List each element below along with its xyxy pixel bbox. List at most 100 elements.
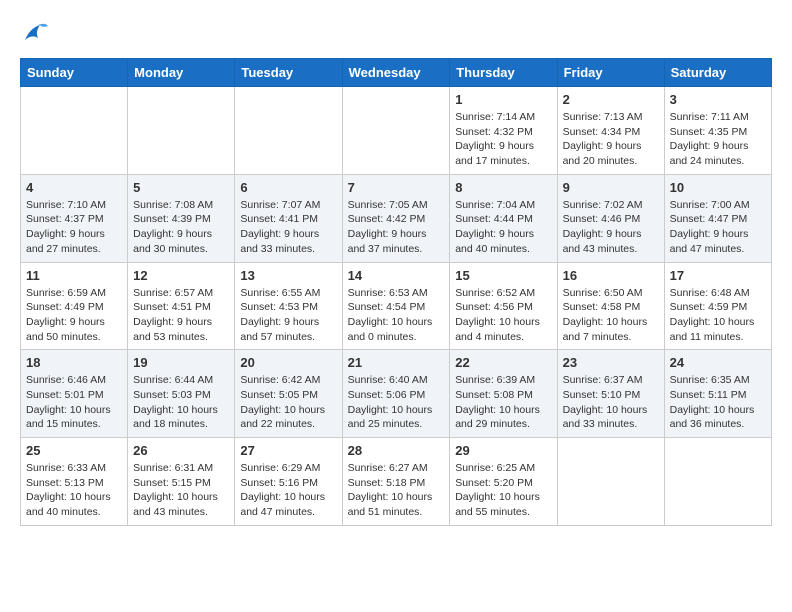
day-number: 24 [670,355,766,370]
calendar-cell: 26 Sunrise: 6:31 AM Sunset: 5:15 PM Dayli… [128,438,235,526]
calendar-cell: 29Sunrise: 6:25 AM Sunset: 5:20 PM Dayli… [450,438,557,526]
page-header [20,20,772,48]
calendar-cell: 3 Sunrise: 7:11 AM Sunset: 4:35 PM Daylig… [664,87,771,175]
day-header-tuesday: Tuesday [235,59,342,87]
calendar-cell: 22 Sunrise: 6:39 AM Sunset: 5:08 PM Dayli… [450,350,557,438]
calendar-cell: 19 Sunrise: 6:44 AM Sunset: 5:03 PM Dayli… [128,350,235,438]
day-info: Sunrise: 6:27 AM Sunset: 5:18 PM Dayligh… [348,461,445,520]
day-info: Sunrise: 7:07 AM Sunset: 4:41 PM Dayligh… [240,198,336,257]
day-number: 18 [26,355,122,370]
calendar-cell: 15 Sunrise: 6:52 AM Sunset: 4:56 PM Dayli… [450,262,557,350]
day-info: Sunrise: 7:02 AM Sunset: 4:46 PM Dayligh… [563,198,659,257]
day-info: Sunrise: 6:37 AM Sunset: 5:10 PM Dayligh… [563,373,659,432]
calendar-cell: 5Sunrise: 7:08 AM Sunset: 4:39 PM Daylig… [128,174,235,262]
calendar-cell: 7 Sunrise: 7:05 AM Sunset: 4:42 PM Daylig… [342,174,450,262]
logo-bird-icon [20,20,50,48]
day-info: Sunrise: 6:48 AM Sunset: 4:59 PM Dayligh… [670,286,766,345]
day-number: 16 [563,268,659,283]
day-number: 1 [455,92,551,107]
calendar-cell: 11Sunrise: 6:59 AM Sunset: 4:49 PM Dayli… [21,262,128,350]
calendar-cell: 28 Sunrise: 6:27 AM Sunset: 5:18 PM Dayli… [342,438,450,526]
day-number: 4 [26,180,122,195]
calendar-week-row: 11Sunrise: 6:59 AM Sunset: 4:49 PM Dayli… [21,262,772,350]
day-number: 28 [348,443,445,458]
calendar-cell [342,87,450,175]
calendar-cell: 27 Sunrise: 6:29 AM Sunset: 5:16 PM Dayli… [235,438,342,526]
day-number: 17 [670,268,766,283]
calendar-week-row: 1 Sunrise: 7:14 AM Sunset: 4:32 PM Daylig… [21,87,772,175]
calendar-cell [557,438,664,526]
day-info: Sunrise: 6:46 AM Sunset: 5:01 PM Dayligh… [26,373,122,432]
day-info: Sunrise: 6:57 AM Sunset: 4:51 PM Dayligh… [133,286,229,345]
calendar-cell: 20 Sunrise: 6:42 AM Sunset: 5:05 PM Dayli… [235,350,342,438]
day-number: 14 [348,268,445,283]
day-number: 21 [348,355,445,370]
day-number: 20 [240,355,336,370]
calendar-cell: 12 Sunrise: 6:57 AM Sunset: 4:51 PM Dayli… [128,262,235,350]
calendar-cell: 1 Sunrise: 7:14 AM Sunset: 4:32 PM Daylig… [450,87,557,175]
day-info: Sunrise: 6:52 AM Sunset: 4:56 PM Dayligh… [455,286,551,345]
calendar-cell [235,87,342,175]
calendar-cell: 13 Sunrise: 6:55 AM Sunset: 4:53 PM Dayli… [235,262,342,350]
day-info: Sunrise: 7:05 AM Sunset: 4:42 PM Dayligh… [348,198,445,257]
calendar-cell [664,438,771,526]
day-number: 23 [563,355,659,370]
day-number: 29 [455,443,551,458]
calendar-week-row: 25Sunrise: 6:33 AM Sunset: 5:13 PM Dayli… [21,438,772,526]
calendar-cell [128,87,235,175]
calendar-cell: 18 Sunrise: 6:46 AM Sunset: 5:01 PM Dayli… [21,350,128,438]
day-header-monday: Monday [128,59,235,87]
day-info: Sunrise: 6:39 AM Sunset: 5:08 PM Dayligh… [455,373,551,432]
day-number: 22 [455,355,551,370]
day-info: Sunrise: 6:33 AM Sunset: 5:13 PM Dayligh… [26,461,122,520]
day-number: 8 [455,180,551,195]
day-info: Sunrise: 7:11 AM Sunset: 4:35 PM Dayligh… [670,110,766,169]
calendar-cell: 21 Sunrise: 6:40 AM Sunset: 5:06 PM Dayli… [342,350,450,438]
day-info: Sunrise: 7:04 AM Sunset: 4:44 PM Dayligh… [455,198,551,257]
day-number: 10 [670,180,766,195]
calendar-cell: 14Sunrise: 6:53 AM Sunset: 4:54 PM Dayli… [342,262,450,350]
calendar-cell: 25Sunrise: 6:33 AM Sunset: 5:13 PM Dayli… [21,438,128,526]
day-number: 2 [563,92,659,107]
day-number: 13 [240,268,336,283]
day-info: Sunrise: 6:55 AM Sunset: 4:53 PM Dayligh… [240,286,336,345]
calendar-cell: 9 Sunrise: 7:02 AM Sunset: 4:46 PM Daylig… [557,174,664,262]
day-number: 7 [348,180,445,195]
day-header-sunday: Sunday [21,59,128,87]
day-header-saturday: Saturday [664,59,771,87]
day-header-friday: Friday [557,59,664,87]
day-number: 19 [133,355,229,370]
calendar-cell [21,87,128,175]
day-info: Sunrise: 6:40 AM Sunset: 5:06 PM Dayligh… [348,373,445,432]
day-info: Sunrise: 6:42 AM Sunset: 5:05 PM Dayligh… [240,373,336,432]
day-number: 12 [133,268,229,283]
day-info: Sunrise: 7:00 AM Sunset: 4:47 PM Dayligh… [670,198,766,257]
day-number: 26 [133,443,229,458]
day-info: Sunrise: 6:35 AM Sunset: 5:11 PM Dayligh… [670,373,766,432]
calendar-cell: 2 Sunrise: 7:13 AM Sunset: 4:34 PM Daylig… [557,87,664,175]
calendar-week-row: 18 Sunrise: 6:46 AM Sunset: 5:01 PM Dayli… [21,350,772,438]
day-info: Sunrise: 6:31 AM Sunset: 5:15 PM Dayligh… [133,461,229,520]
day-number: 9 [563,180,659,195]
day-info: Sunrise: 6:44 AM Sunset: 5:03 PM Dayligh… [133,373,229,432]
calendar-cell: 8 Sunrise: 7:04 AM Sunset: 4:44 PM Daylig… [450,174,557,262]
calendar-cell: 4 Sunrise: 7:10 AM Sunset: 4:37 PM Daylig… [21,174,128,262]
calendar-header-row: SundayMondayTuesdayWednesdayThursdayFrid… [21,59,772,87]
day-header-thursday: Thursday [450,59,557,87]
calendar-table: SundayMondayTuesdayWednesdayThursdayFrid… [20,58,772,526]
day-number: 5 [133,180,229,195]
day-number: 27 [240,443,336,458]
calendar-week-row: 4 Sunrise: 7:10 AM Sunset: 4:37 PM Daylig… [21,174,772,262]
day-header-wednesday: Wednesday [342,59,450,87]
day-info: Sunrise: 7:13 AM Sunset: 4:34 PM Dayligh… [563,110,659,169]
day-number: 3 [670,92,766,107]
day-number: 6 [240,180,336,195]
day-info: Sunrise: 6:59 AM Sunset: 4:49 PM Dayligh… [26,286,122,345]
logo [20,20,54,48]
day-number: 15 [455,268,551,283]
calendar-cell: 6 Sunrise: 7:07 AM Sunset: 4:41 PM Daylig… [235,174,342,262]
day-info: Sunrise: 7:14 AM Sunset: 4:32 PM Dayligh… [455,110,551,169]
day-info: Sunrise: 7:10 AM Sunset: 4:37 PM Dayligh… [26,198,122,257]
calendar-cell: 16Sunrise: 6:50 AM Sunset: 4:58 PM Dayli… [557,262,664,350]
day-info: Sunrise: 6:29 AM Sunset: 5:16 PM Dayligh… [240,461,336,520]
